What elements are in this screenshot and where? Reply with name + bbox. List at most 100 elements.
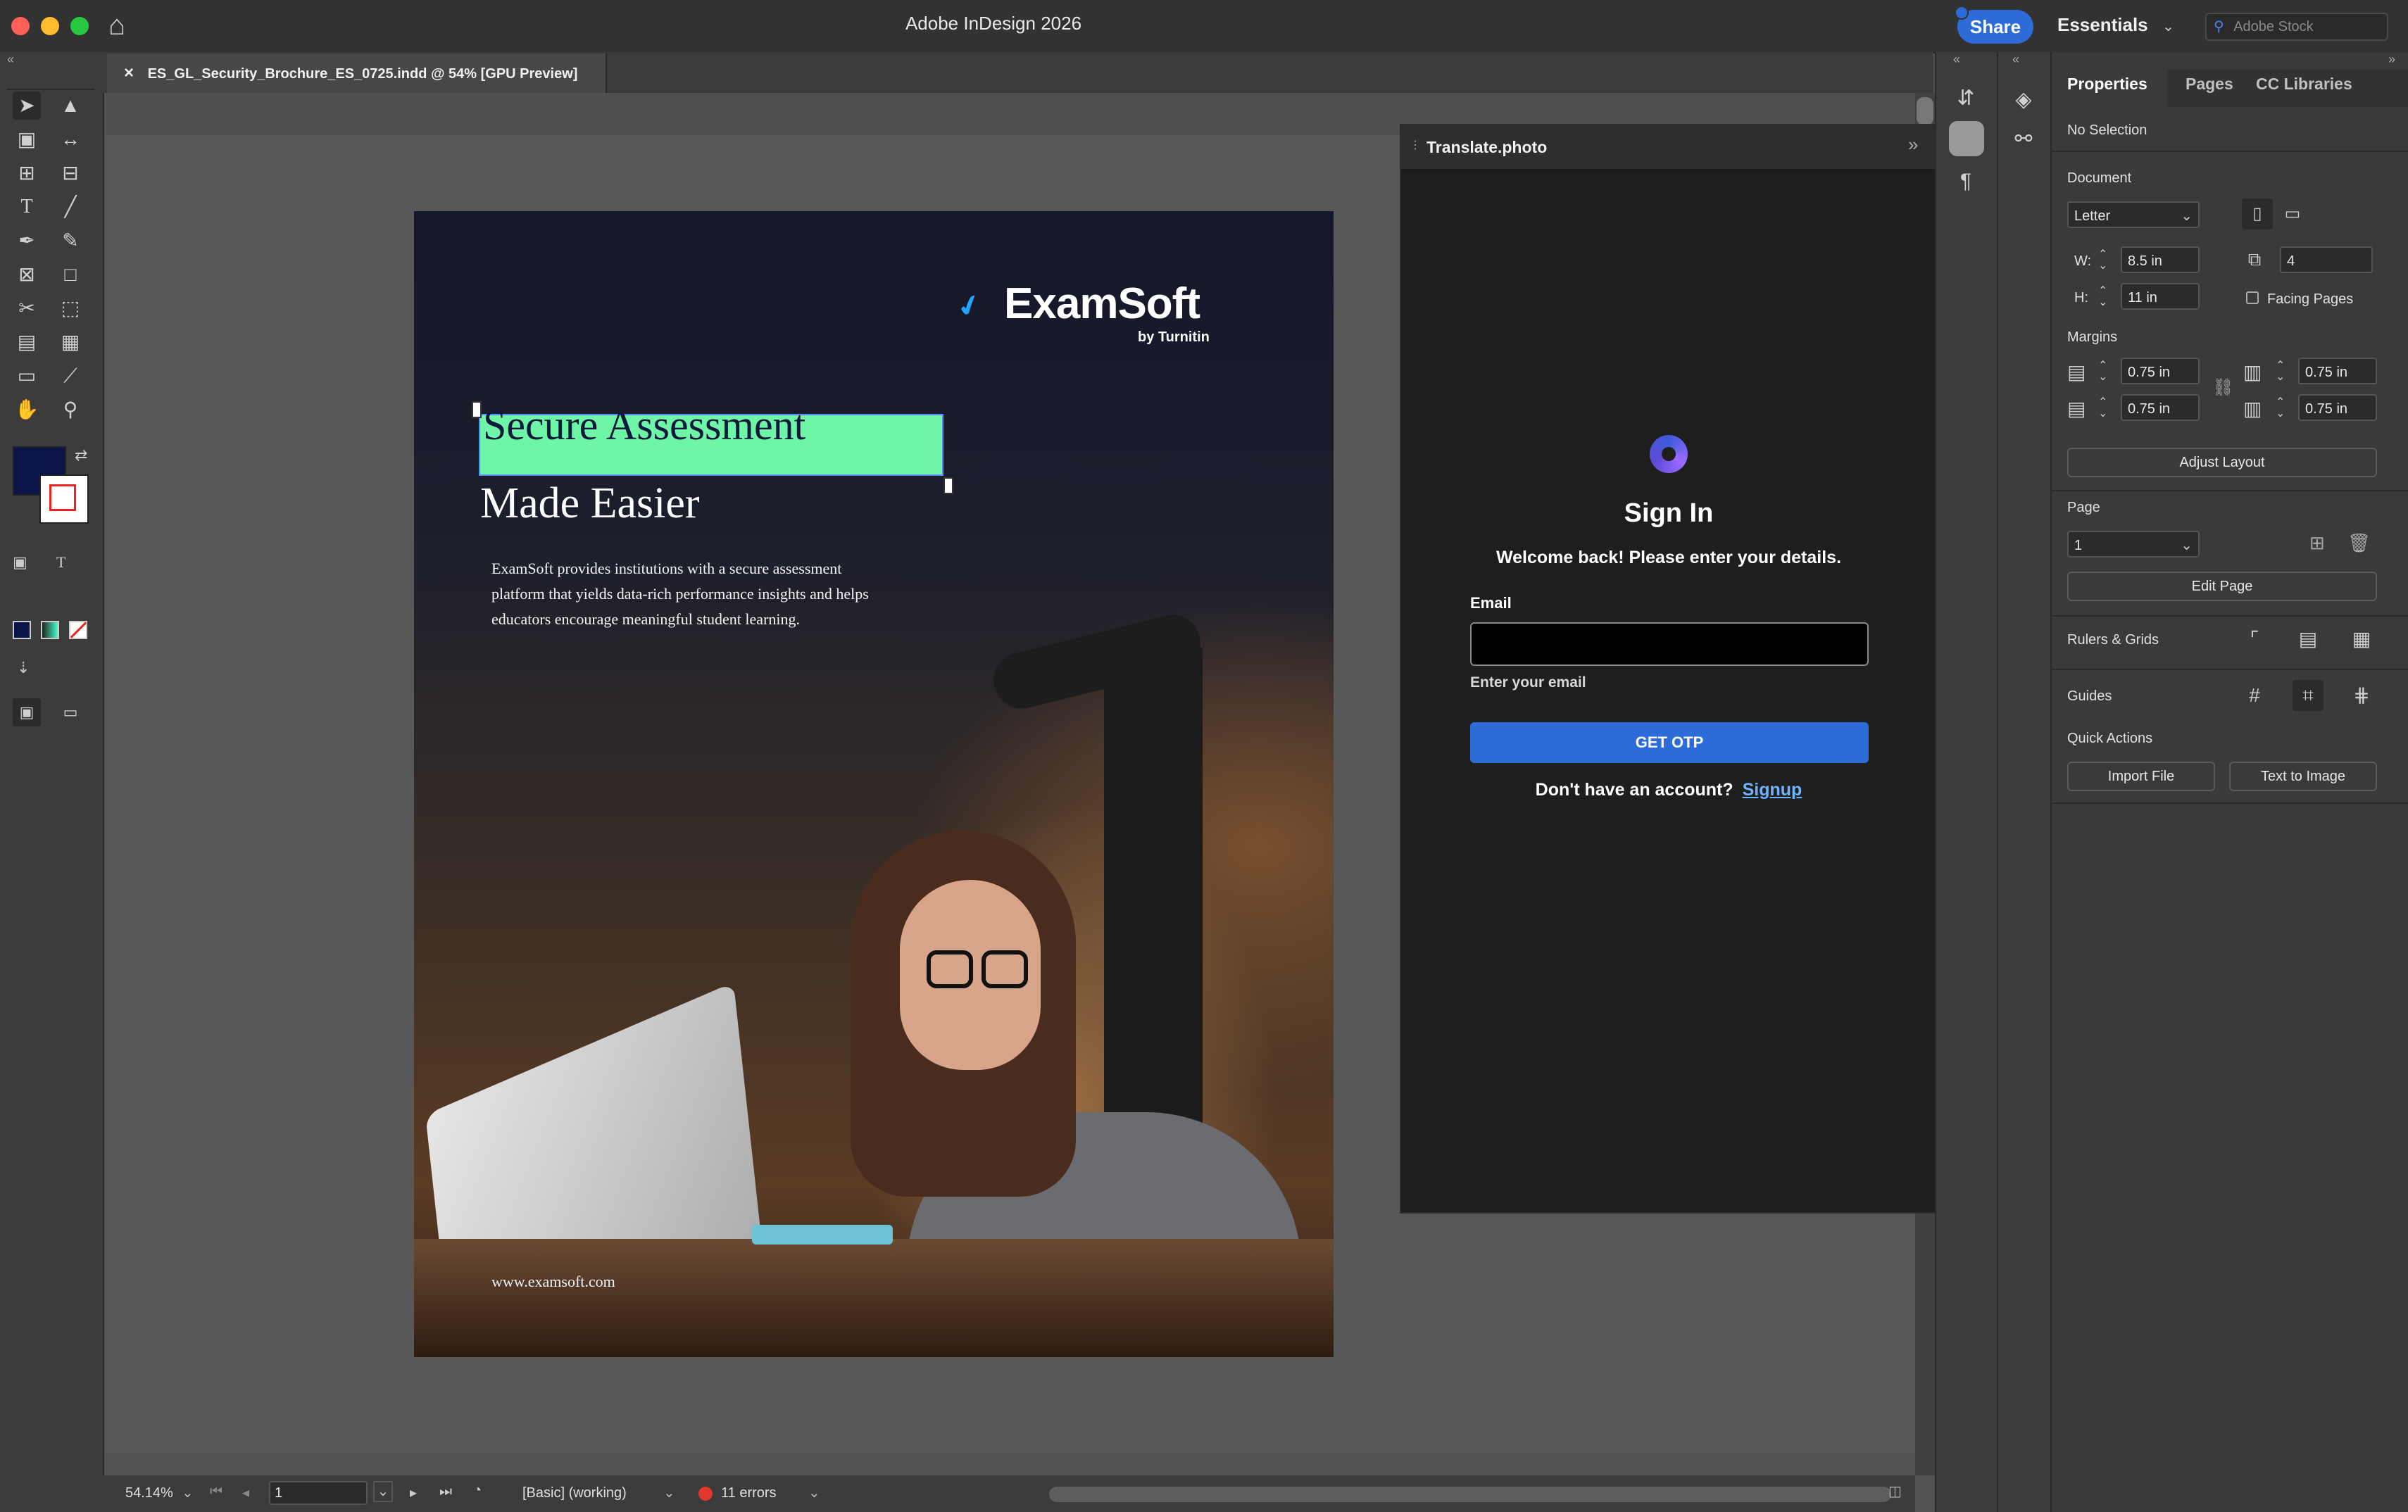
panel-collapse-icon[interactable]: »: [1908, 134, 1918, 156]
error-indicator-icon[interactable]: [698, 1487, 713, 1501]
page-size-select[interactable]: Letter ⌄: [2067, 201, 2200, 228]
document-tab[interactable]: × ES_GL_Security_Brochure_ES_0725.indd @…: [107, 53, 607, 93]
scissors-tool-icon[interactable]: ✂: [13, 294, 41, 322]
add-page-icon[interactable]: ⊞: [2309, 532, 2325, 554]
page-tool-icon[interactable]: ▣: [13, 125, 41, 153]
stock-search-input[interactable]: ⚲ Adobe Stock: [2205, 13, 2388, 41]
previous-page-icon[interactable]: ◂: [242, 1484, 249, 1501]
vertical-layout-icon[interactable]: ⇣: [17, 659, 30, 677]
edit-page-button[interactable]: Edit Page: [2067, 572, 2377, 601]
margin-right-field[interactable]: 0.75 in: [2298, 394, 2377, 421]
show-guides-icon[interactable]: #: [2239, 680, 2270, 711]
preflight-profile[interactable]: [Basic] (working): [522, 1485, 627, 1501]
layers-icon[interactable]: ◈: [2008, 84, 2039, 115]
height-field[interactable]: 11 in: [2121, 283, 2200, 310]
apply-none-icon[interactable]: [69, 621, 87, 639]
document-grid-icon[interactable]: ▦: [2346, 624, 2377, 655]
frame-out-port-handle[interactable]: [943, 477, 953, 494]
margin-top-stepper-icon[interactable]: ⌃ ⌄: [2098, 360, 2107, 383]
width-field[interactable]: 8.5 in: [2121, 246, 2200, 273]
apply-color-icon[interactable]: [13, 621, 31, 639]
pencil-tool-icon[interactable]: ✎: [56, 227, 84, 255]
direct-selection-tool-icon[interactable]: ▲: [56, 92, 84, 120]
rulers-icon[interactable]: ⌜: [2239, 624, 2270, 655]
properties-expand-icon[interactable]: »: [2388, 52, 2395, 67]
links-icon[interactable]: ⚯: [2008, 124, 2039, 155]
selection-tool-icon[interactable]: ➤: [13, 92, 41, 120]
margin-top-field[interactable]: 0.75 in: [2121, 358, 2200, 384]
get-otp-button[interactable]: GET OTP: [1470, 722, 1869, 763]
page-chevron-icon[interactable]: ⌄: [373, 1481, 393, 1502]
delete-page-icon[interactable]: 🗑: [2347, 532, 2371, 554]
zoom-level[interactable]: 54.14%: [125, 1485, 173, 1501]
pages-count-field[interactable]: 4: [2280, 246, 2373, 273]
stroke-swatch[interactable]: [39, 474, 89, 524]
panel-grip-icon[interactable]: ⋮: [1410, 138, 1421, 152]
headline-line1[interactable]: Secure Assessment: [483, 401, 805, 450]
formatting-text-icon[interactable]: T: [56, 553, 65, 572]
headline-line2[interactable]: Made Easier: [480, 479, 700, 529]
close-tab-icon[interactable]: ×: [124, 63, 134, 82]
margin-bottom-field[interactable]: 0.75 in: [2121, 394, 2200, 421]
translate-panel-header[interactable]: ⋮ Translate.photo »: [1401, 125, 1936, 170]
line-tool-icon[interactable]: ╱: [56, 193, 84, 221]
import-file-button[interactable]: Import File: [2067, 762, 2215, 791]
page-select[interactable]: 1 ⌄: [2067, 531, 2200, 557]
pen-tool-icon[interactable]: ✒: [13, 227, 41, 255]
apply-gradient-icon[interactable]: [41, 621, 59, 639]
portrait-orientation-icon[interactable]: ▯: [2242, 199, 2273, 229]
gradient-swatch-tool-icon[interactable]: ▤: [13, 328, 41, 356]
baseline-grid-icon[interactable]: ▤: [2293, 624, 2324, 655]
dock-collapse-icon[interactable]: «: [1953, 52, 1960, 67]
email-input[interactable]: [1470, 622, 1869, 666]
last-page-icon[interactable]: ⏭: [439, 1484, 452, 1500]
type-tool-icon[interactable]: T: [13, 193, 41, 221]
workspace-switcher[interactable]: Essentials ⌄: [2057, 14, 2174, 36]
share-button[interactable]: Share: [1957, 10, 2033, 44]
margin-bottom-stepper-icon[interactable]: ⌃ ⌄: [2098, 397, 2107, 420]
margin-left-field[interactable]: 0.75 in: [2298, 358, 2377, 384]
page-number-field[interactable]: 1: [269, 1481, 368, 1505]
swap-fill-stroke-icon[interactable]: ⇄: [75, 446, 87, 465]
tab-cc-libraries[interactable]: CC Libraries: [2256, 75, 2352, 94]
margin-left-stepper-icon[interactable]: ⌃ ⌄: [2276, 360, 2285, 383]
footer-url[interactable]: www.examsoft.com: [491, 1273, 615, 1291]
facing-pages-checkbox[interactable]: [2246, 291, 2259, 304]
screen-mode-icon[interactable]: ▭: [56, 698, 84, 726]
tab-pages[interactable]: Pages: [2186, 75, 2233, 94]
first-page-icon[interactable]: ⏮: [210, 1484, 222, 1500]
pilcrow-icon[interactable]: ¶: [1950, 166, 1981, 197]
normal-view-mode-icon[interactable]: ▣: [13, 698, 41, 726]
signup-link[interactable]: Signup: [1743, 780, 1802, 800]
gradient-feather-tool-icon[interactable]: ▦: [56, 328, 84, 356]
frame-in-port-handle[interactable]: [472, 401, 482, 418]
split-window-icon[interactable]: ◫: [1888, 1482, 1902, 1500]
open-page-icon[interactable]: ◔: [473, 1482, 482, 1499]
tab-properties[interactable]: Properties: [2067, 75, 2147, 94]
content-placer-icon[interactable]: ⊟: [56, 159, 84, 187]
link-margins-icon[interactable]: ⛓: [2212, 377, 2233, 398]
profile-chevron-icon[interactable]: ⌄: [663, 1484, 675, 1501]
smart-guides-icon[interactable]: ⋕: [2346, 680, 2377, 711]
lock-guides-icon[interactable]: ⌗: [2293, 680, 2324, 711]
zoom-chevron-icon[interactable]: ⌄: [182, 1484, 194, 1501]
text-to-image-button[interactable]: Text to Image: [2229, 762, 2377, 791]
height-stepper-icon[interactable]: ⌃ ⌄: [2098, 286, 2107, 308]
zoom-tool-icon[interactable]: ⚲: [56, 396, 84, 424]
vertical-scroll-thumb[interactable]: [1917, 97, 1933, 125]
content-collector-icon[interactable]: ⊞: [13, 159, 41, 187]
collapse-tools-icon[interactable]: «: [7, 52, 14, 67]
rectangle-tool-icon[interactable]: □: [56, 260, 84, 289]
eyedropper-tool-icon[interactable]: ⟋: [56, 362, 84, 390]
width-stepper-icon[interactable]: ⌃ ⌄: [2098, 249, 2107, 272]
free-transform-tool-icon[interactable]: ⬚: [56, 294, 84, 322]
note-tool-icon[interactable]: ▭: [13, 362, 41, 390]
adjust-layout-button[interactable]: Adjust Layout: [2067, 448, 2377, 477]
preflight-errors[interactable]: 11 errors: [721, 1485, 777, 1501]
translate-photo-plugin-icon[interactable]: [1949, 121, 1984, 156]
dock2-collapse-icon[interactable]: «: [2012, 52, 2019, 67]
errors-chevron-icon[interactable]: ⌄: [808, 1484, 820, 1501]
margin-right-stepper-icon[interactable]: ⌃ ⌄: [2276, 397, 2285, 420]
next-page-icon[interactable]: ▸: [410, 1484, 417, 1501]
gap-tool-icon[interactable]: ↔: [56, 125, 84, 153]
